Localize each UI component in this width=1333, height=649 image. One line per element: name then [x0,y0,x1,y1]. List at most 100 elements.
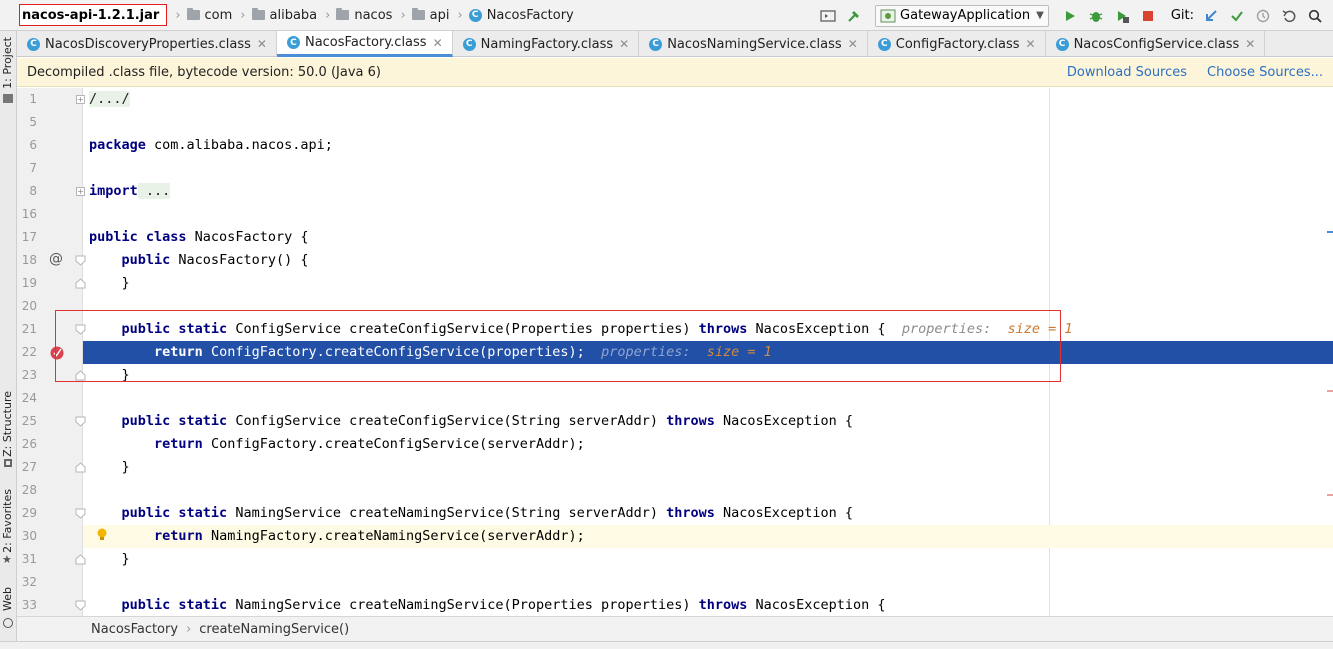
breadcrumb-class[interactable]: NacosFactory [91,622,178,637]
class-icon: C [1055,37,1069,51]
code-line[interactable]: 33 public static NamingService createNam… [17,594,1333,616]
tab-naming-factory[interactable]: C NamingFactory.class ✕ [453,31,640,57]
keyword: throws [666,505,715,521]
breadcrumb-method[interactable]: createNamingService() [199,622,349,637]
git-rollback-icon[interactable] [1277,4,1301,28]
folder-icon [336,8,350,20]
close-icon[interactable]: ✕ [848,37,858,51]
tab-nacos-discovery-properties[interactable]: C NacosDiscoveryProperties.class ✕ [17,31,277,57]
chevron-right-icon: › [186,621,192,637]
scroll-marker[interactable] [1327,390,1333,392]
fold-collapse-icon[interactable] [75,508,86,519]
code-text: /.../ [89,88,130,111]
code-line[interactable]: 16 [17,203,1333,226]
line-number: 31 [21,552,37,566]
breadcrumb-package-nacos[interactable]: › nacos [323,8,392,23]
build-icon[interactable] [816,4,840,28]
code-line[interactable]: 5 [17,111,1333,134]
close-icon[interactable]: ✕ [433,36,443,50]
code-line[interactable]: 8 + import ... [17,180,1333,203]
line-number: 29 [21,506,37,520]
code-text: public NacosFactory() { [89,249,309,272]
close-icon[interactable]: ✕ [1026,37,1036,51]
tab-config-factory[interactable]: C ConfigFactory.class ✕ [868,31,1046,57]
download-sources-link[interactable]: Download Sources [1067,65,1187,80]
close-icon[interactable]: ✕ [257,37,267,51]
fold-collapse-icon[interactable] [75,255,86,266]
structure-icon [4,459,12,467]
hammer-icon[interactable] [842,4,866,28]
tab-nacos-naming-service[interactable]: C NacosNamingService.class ✕ [639,31,868,57]
code-line[interactable]: 25 public static ConfigService createCon… [17,410,1333,433]
code-fragment: NacosException { [747,597,886,613]
close-icon[interactable]: ✕ [1245,37,1255,51]
class-icon: C [877,37,891,51]
code-line[interactable]: 7 [17,157,1333,180]
breadcrumb-class[interactable]: › C NacosFactory [455,8,573,23]
code-line[interactable]: 32 [17,571,1333,594]
folded-region[interactable]: ... [137,183,171,199]
folded-region[interactable]: /.../ [89,91,130,107]
highlight-annotation-box [55,310,1061,382]
keyword: throws [666,413,715,429]
line-number: 17 [21,230,37,244]
keyword: public [121,252,171,268]
favorites-tool-button[interactable]: 2: Favorites [1,489,14,553]
git-history-icon[interactable] [1251,4,1275,28]
git-commit-icon[interactable] [1225,4,1249,28]
search-icon[interactable] [1303,4,1327,28]
keyword: return [154,528,203,544]
keyword: public static [121,505,228,521]
scroll-marker[interactable] [1327,344,1333,346]
run-icon[interactable] [1058,4,1082,28]
fold-expand-icon[interactable]: + [76,187,85,196]
fold-expand-icon[interactable]: + [76,95,85,104]
breadcrumb-package-api[interactable]: › api [398,8,449,23]
code-editor[interactable]: 1 + /.../ 5 6 package com.alibaba.nacos.… [17,88,1333,616]
scroll-marker[interactable] [1327,231,1333,233]
line-number: 26 [21,437,37,451]
fold-end-icon[interactable] [75,278,86,289]
code-line[interactable]: 24 [17,387,1333,410]
code-line[interactable]: 19 } [17,272,1333,295]
run-configuration-label: GatewayApplication [900,8,1031,23]
keyword: public class [89,229,187,245]
debug-icon[interactable] [1084,4,1108,28]
git-update-icon[interactable] [1199,4,1223,28]
jar-breadcrumb[interactable]: nacos-api-1.2.1.jar [19,4,168,26]
scroll-marker[interactable] [1327,494,1333,496]
choose-sources-link[interactable]: Choose Sources... [1207,65,1323,80]
code-line[interactable]: 26 return ConfigFactory.createConfigServ… [17,433,1333,456]
close-icon[interactable]: ✕ [619,37,629,51]
override-at-icon[interactable]: @ [49,251,63,267]
web-tool-button[interactable]: Web [1,587,14,611]
code-line[interactable]: 30 return NamingFactory.createNamingServ… [17,525,1333,548]
code-line[interactable]: 29 public static NamingService createNam… [17,502,1333,525]
fold-end-icon[interactable] [75,462,86,473]
fold-collapse-icon[interactable] [75,600,86,611]
coverage-icon[interactable] [1110,4,1134,28]
stop-icon[interactable] [1136,4,1160,28]
code-line[interactable]: 18 @ public NacosFactory() { [17,249,1333,272]
code-line[interactable]: 31 } [17,548,1333,571]
chevron-right-icon: › [240,7,246,23]
code-line[interactable]: 17 public class NacosFactory { [17,226,1333,249]
breadcrumb-package-alibaba[interactable]: › alibaba [238,8,317,23]
tab-label: NacosFactory.class [304,35,427,50]
project-tool-button[interactable]: 1: Project [1,37,14,89]
breadcrumb-package-com[interactable]: › com [173,8,232,23]
code-line[interactable]: 27 } [17,456,1333,479]
code-line[interactable]: 6 package com.alibaba.nacos.api; [17,134,1333,157]
code-fragment: NacosFactory { [186,229,309,245]
tab-nacos-config-service[interactable]: C NacosConfigService.class ✕ [1046,31,1266,57]
code-line[interactable]: 28 [17,479,1333,502]
fold-collapse-icon[interactable] [75,416,86,427]
fold-end-icon[interactable] [75,554,86,565]
structure-tool-button[interactable]: Z: Structure [1,391,14,457]
tab-nacos-factory[interactable]: C NacosFactory.class ✕ [276,31,453,57]
code-line[interactable]: 1 + /.../ [17,88,1333,111]
line-number: 22 [21,345,37,359]
run-configuration-select[interactable]: GatewayApplication ▼ [875,4,1049,27]
